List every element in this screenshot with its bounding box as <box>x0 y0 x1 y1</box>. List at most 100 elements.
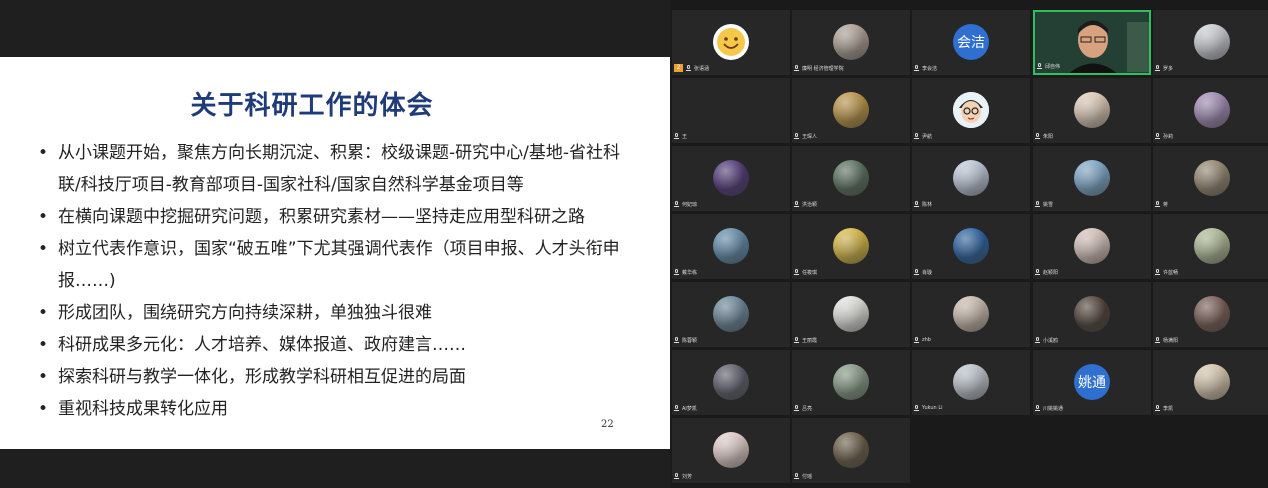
participant-name: 蒋 <box>1163 201 1169 208</box>
participant-tile[interactable]: 戴华栋 <box>672 214 790 279</box>
avatar <box>953 296 989 332</box>
microphone-icon <box>914 404 919 412</box>
presentation-slide: 关于科研工作的体会 从小课题开始，聚焦方向长期沉淀、积累：校级课题-研究中心/基… <box>0 57 670 449</box>
participant-name: 邱自伟 <box>1045 63 1061 70</box>
microphone-icon <box>914 200 919 208</box>
avatar <box>713 432 749 468</box>
participant-nameplate: 肖璇 <box>914 267 932 277</box>
participant-tile[interactable]: 姚通 川姚姚通 <box>1033 350 1151 415</box>
participant-tile[interactable]: 吕亮 <box>792 350 910 415</box>
participant-tile[interactable]: 洪治颖 <box>792 146 910 211</box>
participant-name: 陈蓉颖 <box>682 337 698 344</box>
bullet-item: 重视科技成果转化应用 <box>36 393 636 425</box>
participant-tile[interactable]: zhb <box>912 282 1030 347</box>
participant-name: 李会洁 <box>922 65 938 72</box>
participant-nameplate: 刘芳 <box>674 471 692 481</box>
avatar <box>1194 160 1230 196</box>
participant-nameplate: 姚雪 <box>1035 199 1053 209</box>
microphone-icon <box>1155 132 1160 140</box>
participant-tile[interactable]: Yukun Li <box>912 350 1030 415</box>
cartoon-avatar <box>953 92 989 128</box>
participant-name: zhb <box>922 337 931 343</box>
avatar <box>953 364 989 400</box>
participant-nameplate: 李会洁 <box>914 63 937 73</box>
participant-tile[interactable]: 会洁 李会洁 <box>912 10 1030 75</box>
participant-name: 廉明 经济管理学院 <box>802 65 844 72</box>
microphone-icon <box>1035 132 1040 140</box>
bullet-item: 形成团队，围绕研究方向持续深耕，单独独斗很难 <box>36 297 636 329</box>
participant-tile[interactable]: 罗多 <box>1153 10 1268 75</box>
participant-name: 李凯 <box>1163 405 1174 412</box>
microphone-icon <box>1155 404 1160 412</box>
participant-nameplate: 朱阳 <box>1035 131 1053 141</box>
microphone-icon <box>674 472 679 480</box>
participant-name: Yukun Li <box>922 405 943 411</box>
avatar <box>833 92 869 128</box>
bullet-list: 从小课题开始，聚焦方向长期沉淀、积累：校级课题-研究中心/基地-省社科联/科技厅… <box>36 137 636 425</box>
participant-tile[interactable]: 赵颖阳 <box>1033 214 1151 279</box>
participant-tile[interactable]: 蒋 <box>1153 146 1268 211</box>
participant-name: 许蓝畅 <box>1163 269 1179 276</box>
participant-name: 尹航 <box>922 133 933 140</box>
participant-tile[interactable]: 肖璇 <box>912 214 1030 279</box>
microphone-icon <box>794 268 799 276</box>
microphone-icon <box>1155 268 1160 276</box>
microphone-icon <box>1035 268 1040 276</box>
bullet-item: 探索科研与教学一体化，形成教学科研相互促进的局面 <box>36 361 636 393</box>
participant-tile[interactable]: 朱阳 <box>1033 78 1151 143</box>
participant-tile[interactable]: 任筱琪 <box>792 214 910 279</box>
bullet-item: 在横向课题中挖掘研究问题，积累研究素材——坚持走应用型科研之路 <box>36 201 636 233</box>
participant-name: AI梦凯 <box>682 405 697 412</box>
participant-nameplate: AI梦凯 <box>674 403 697 413</box>
avatar-initials: 姚通 <box>1074 364 1110 400</box>
participant-tile[interactable]: 王琛人 <box>792 78 910 143</box>
participant-name: 何妃琼 <box>682 201 698 208</box>
microphone-icon <box>1037 62 1042 70</box>
participant-tile[interactable]: 付瑶 <box>792 418 910 483</box>
participant-tile[interactable]: 何妃琼 <box>672 146 790 211</box>
participant-tile[interactable]: AI梦凯 <box>672 350 790 415</box>
avatar <box>713 228 749 264</box>
participant-name: 肖璇 <box>922 269 933 276</box>
participant-tile[interactable]: 刘芳 <box>672 418 790 483</box>
participant-tile[interactable]: 小溪鸥 <box>1033 282 1151 347</box>
participant-nameplate: 何妃琼 <box>674 199 697 209</box>
participant-nameplate: 戴华栋 <box>674 267 697 277</box>
participant-nameplate: 吕亮 <box>794 403 812 413</box>
avatar <box>1074 160 1110 196</box>
microphone-icon <box>686 64 691 72</box>
bullet-item: 从小课题开始，聚焦方向长期沉淀、积累：校级课题-研究中心/基地-省社科联/科技厅… <box>36 137 636 201</box>
microphone-icon <box>1155 64 1160 72</box>
avatar <box>1194 364 1230 400</box>
participant-tile[interactable]: 2 张语涵 <box>672 10 790 75</box>
microphone-icon <box>1155 336 1160 344</box>
avatar <box>833 296 869 332</box>
participant-nameplate: zhb <box>914 335 931 345</box>
microphone-icon <box>1155 200 1160 208</box>
participant-name: 戴华栋 <box>682 269 698 276</box>
participant-name: 王 <box>682 133 688 140</box>
microphone-icon <box>674 268 679 276</box>
participant-name: 罗多 <box>1163 65 1174 72</box>
participant-nameplate: 邱自伟 <box>1037 61 1060 71</box>
participant-tile[interactable]: 姚雪 <box>1033 146 1151 211</box>
participant-tile[interactable]: 李凯 <box>1153 350 1268 415</box>
participant-nameplate: 蒋 <box>1155 199 1168 209</box>
participant-tile[interactable]: 陈蓉颖 <box>672 282 790 347</box>
participant-tile[interactable]: 陈林 <box>912 146 1030 211</box>
participant-tile[interactable]: 许蓝畅 <box>1153 214 1268 279</box>
participant-tile[interactable]: 王丽霞 <box>792 282 910 347</box>
participant-tile[interactable]: 邱自伟 <box>1033 10 1151 75</box>
participant-nameplate: 杨满阳 <box>1155 335 1178 345</box>
participant-tile[interactable]: 孙莉 <box>1153 78 1268 143</box>
participant-nameplate: 王丽霞 <box>794 335 817 345</box>
participant-tile[interactable]: 杨满阳 <box>1153 282 1268 347</box>
participant-name: 姚雪 <box>1043 201 1054 208</box>
participant-tile[interactable]: 尹航 <box>912 78 1030 143</box>
avatar <box>833 160 869 196</box>
avatar <box>833 432 869 468</box>
participant-name: 付瑶 <box>802 473 813 480</box>
participant-tile[interactable]: 王 <box>672 78 790 143</box>
participant-tile[interactable]: 廉明 经济管理学院 <box>792 10 910 75</box>
avatar <box>1194 24 1230 60</box>
